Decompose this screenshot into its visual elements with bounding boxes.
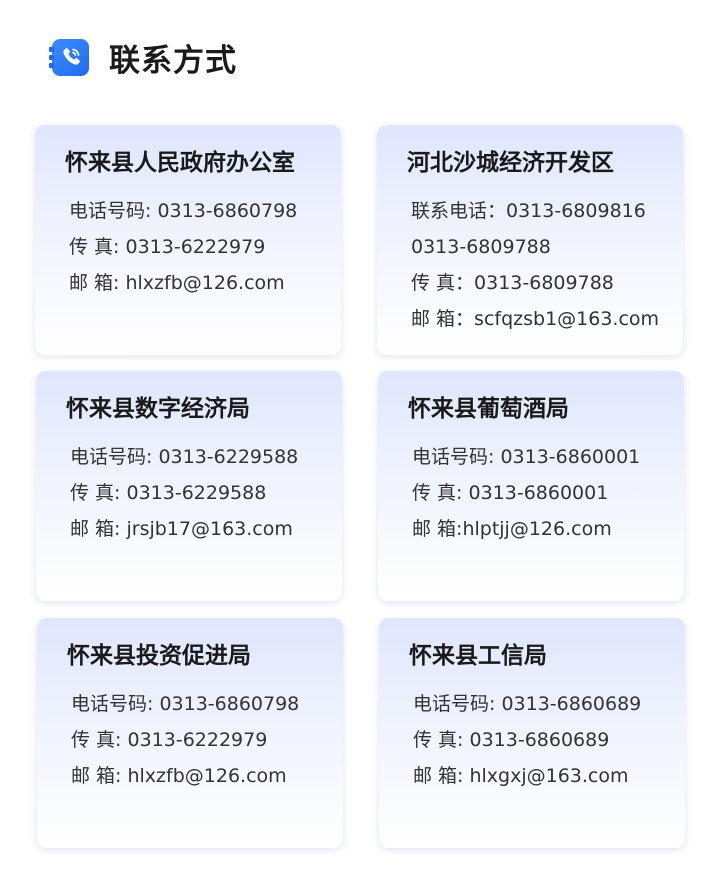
fax-number: 传 真: 0313-6222979 (71, 729, 268, 751)
phone-number: 电话号码: 0313-6860798 (71, 693, 300, 715)
contact-card-investment-promotion-bureau: 怀来县投资促进局 电话号码: 0313-6860798 传 真: 0313-62… (37, 618, 343, 848)
contact-card-digital-economy-bureau: 怀来县数字经济局 电话号码: 0313-6229588 传 真: 0313-62… (36, 371, 342, 601)
email-address: 邮 箱: hlxzfb@126.com (69, 272, 285, 294)
phone-number: 电话号码: 0313-6860001 (412, 446, 641, 468)
contact-card-development-zone: 河北沙城经济开发区 联系电话：0313-6809816 0313-6809788… (377, 125, 683, 355)
phone-number: 联系电话：0313-6809816 (411, 200, 646, 222)
page-title: 联系方式 (109, 42, 237, 79)
phone-number: 电话号码: 0313-6229588 (70, 446, 299, 468)
card-title: 怀来县投资促进局 (67, 643, 251, 669)
email-address: 邮 箱:hlptjj@126.com (412, 518, 612, 540)
phone-number-secondary: 0313-6809788 (411, 236, 551, 258)
email-address: 邮 箱：scfqzsb1@163.com (411, 308, 660, 330)
fax-number: 传 真: 0313-6229588 (70, 482, 267, 504)
card-title: 怀来县人民政府办公室 (65, 150, 295, 176)
fax-number: 传 真: 0313-6860689 (413, 729, 610, 751)
card-title: 河北沙城经济开发区 (407, 150, 614, 176)
fax-number: 传 真: 0313-6222979 (69, 236, 266, 258)
phone-number: 电话号码: 0313-6860798 (69, 200, 298, 222)
email-address: 邮 箱: hlxzfb@126.com (71, 765, 287, 787)
card-title: 怀来县数字经济局 (66, 396, 250, 422)
card-title: 怀来县工信局 (409, 643, 547, 669)
email-address: 邮 箱: hlxgxj@163.com (413, 765, 629, 787)
contact-card-wine-bureau: 怀来县葡萄酒局 电话号码: 0313-6860001 传 真: 0313-686… (378, 371, 684, 601)
email-address: 邮 箱: jrsjb17@163.com (70, 518, 293, 540)
contact-card-county-office: 怀来县人民政府办公室 电话号码: 0313-6860798 传 真: 0313-… (35, 125, 341, 355)
contact-card-industry-information-bureau: 怀来县工信局 电话号码: 0313-6860689 传 真: 0313-6860… (379, 618, 685, 848)
card-title: 怀来县葡萄酒局 (408, 396, 569, 422)
fax-number: 传 真：0313-6809788 (411, 272, 614, 294)
page-header: 联系方式 (49, 36, 237, 79)
fax-number: 传 真: 0313-6860001 (412, 482, 609, 504)
phone-number: 电话号码: 0313-6860689 (413, 693, 642, 715)
phone-book-icon (49, 38, 89, 76)
